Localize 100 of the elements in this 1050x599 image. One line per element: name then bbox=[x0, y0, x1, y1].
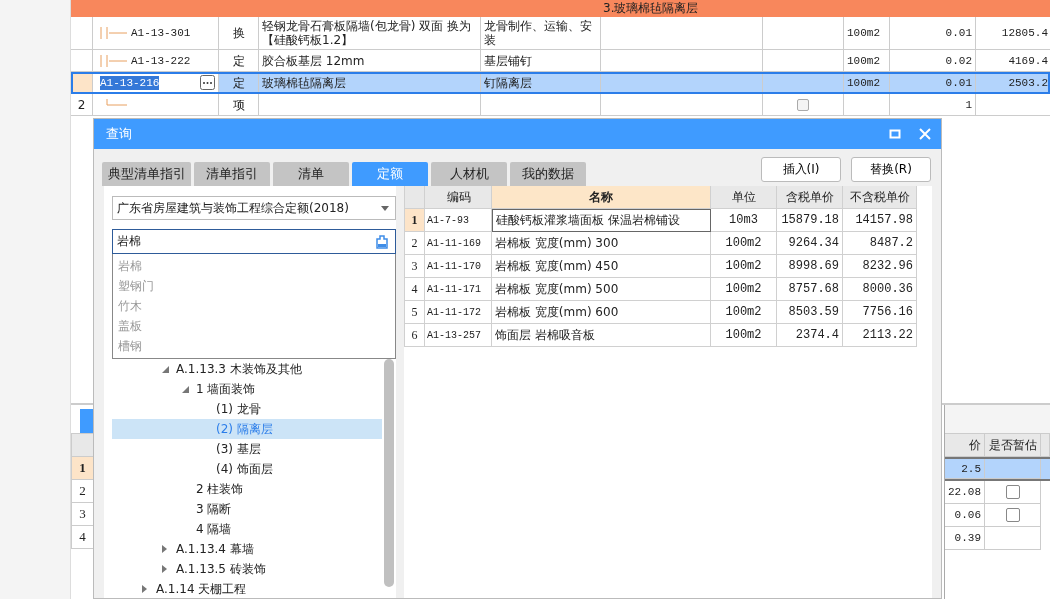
column-header: 是否暂估 bbox=[985, 434, 1041, 457]
column-header[interactable]: 单位 bbox=[711, 186, 777, 209]
net-price-cell: 7756.16 bbox=[843, 301, 917, 324]
code-cell[interactable]: A1-13-216 bbox=[93, 72, 219, 94]
net-price-cell: 8487.2 bbox=[843, 232, 917, 255]
net-price-cell: 8232.96 bbox=[843, 255, 917, 278]
unit-cell: 100m2 bbox=[711, 232, 777, 255]
header-cell bbox=[1041, 434, 1050, 457]
total-cell: 22.08 bbox=[945, 481, 985, 504]
type-cell: 换 bbox=[219, 17, 259, 50]
tax-price-cell: 15879.18 bbox=[777, 209, 843, 232]
name-cell: 岩棉板 宽度(mm) 600 bbox=[492, 301, 711, 324]
tax-price-cell: 8998.69 bbox=[777, 255, 843, 278]
unit-cell: 100m2 bbox=[711, 324, 777, 347]
action-button[interactable]: 插入(I) bbox=[761, 157, 841, 182]
content-cell: 龙骨制作、运输、安装 bbox=[481, 17, 601, 50]
quantity-cell: 0.01 bbox=[890, 17, 976, 50]
tax-price-cell: 9264.34 bbox=[777, 232, 843, 255]
row-number-cell[interactable]: 6 bbox=[404, 324, 425, 347]
tax-price-cell: 2374.4 bbox=[777, 324, 843, 347]
tree-line bbox=[99, 54, 129, 67]
code-cell: A1-13-257 bbox=[425, 324, 492, 347]
quantity-cell: 0.01 bbox=[890, 72, 976, 94]
maximize-icon[interactable] bbox=[889, 128, 901, 140]
unit-cell: 100m2 bbox=[711, 301, 777, 324]
expanded-triangle-icon[interactable] bbox=[182, 385, 189, 393]
dropdown-caret-icon bbox=[381, 205, 389, 211]
collapsed-triangle-icon[interactable] bbox=[162, 545, 167, 553]
type-cell: 定 bbox=[219, 72, 259, 94]
column-header: 价 bbox=[945, 434, 985, 457]
row-number-cell[interactable]: 4 bbox=[404, 278, 425, 301]
code-cell: A1-11-170 bbox=[425, 255, 492, 278]
name-cell: 硅酸钙板灌浆墙面板 保温岩棉铺设 bbox=[492, 209, 711, 232]
table-row[interactable]: 0.39 bbox=[945, 527, 1050, 550]
code-cell: A1-7-93 bbox=[425, 209, 492, 232]
net-price-cell: 14157.98 bbox=[843, 209, 917, 232]
net-price-cell: 8000.36 bbox=[843, 278, 917, 301]
tree-item[interactable]: 1 墙面装饰 bbox=[112, 379, 382, 399]
tree-line bbox=[99, 27, 129, 39]
net-price-cell: 2113.22 bbox=[843, 324, 917, 347]
column-header[interactable]: 名称 bbox=[492, 186, 711, 209]
header-cell bbox=[404, 186, 425, 209]
clear-icon[interactable] bbox=[375, 234, 389, 249]
group-title: 3.玻璃棉毡隔离层 bbox=[603, 0, 699, 17]
code-cell: A1-11-169 bbox=[425, 232, 492, 255]
table-row[interactable]: 0.06 bbox=[945, 504, 1050, 527]
code-cell: A1-11-171 bbox=[425, 278, 492, 301]
tree-item[interactable]: (4) 饰面层 bbox=[112, 459, 382, 479]
tree-item[interactable]: 2 柱装饰 bbox=[112, 479, 382, 499]
row-number-cell: 1 bbox=[71, 457, 94, 480]
tree-item[interactable]: (1) 龙骨 bbox=[112, 399, 382, 419]
library-dropdown[interactable]: 广东省房屋建筑与装饰工程综合定额(2018) bbox=[112, 196, 396, 220]
code-cell[interactable]: A1-13-301 bbox=[93, 17, 219, 50]
row-number-cell[interactable]: 3 bbox=[404, 255, 425, 278]
tab[interactable]: 典型清单指引 bbox=[102, 162, 191, 186]
tree-item[interactable]: (3) 基层 bbox=[112, 439, 382, 459]
total-cell: 0.39 bbox=[945, 527, 985, 550]
tab[interactable]: 清单指引 bbox=[194, 162, 270, 186]
type-cell: 项 bbox=[219, 94, 259, 116]
name-cell: 岩棉板 宽度(mm) 300 bbox=[492, 232, 711, 255]
collapsed-triangle-icon[interactable] bbox=[162, 565, 167, 573]
column-header[interactable]: 含税单价 bbox=[777, 186, 843, 209]
dialog-title: 查询 bbox=[106, 125, 133, 143]
column-header[interactable]: 编码 bbox=[425, 186, 492, 209]
search-field[interactable]: 岩棉 bbox=[112, 229, 396, 254]
tree-item[interactable]: A.1.13.3 木装饰及其他 bbox=[112, 359, 382, 379]
close-icon[interactable] bbox=[919, 128, 931, 140]
checkbox[interactable] bbox=[1005, 485, 1020, 499]
checkbox[interactable] bbox=[797, 98, 809, 111]
row-number-cell[interactable]: 1 bbox=[404, 209, 425, 232]
collapsed-triangle-icon[interactable] bbox=[142, 585, 147, 593]
row-number-cell: 2 bbox=[71, 94, 93, 116]
expanded-triangle-icon[interactable] bbox=[162, 365, 169, 373]
total-cell: 2.5 bbox=[945, 459, 985, 479]
action-button[interactable]: 替换(R) bbox=[851, 157, 931, 182]
tree-item[interactable]: 3 隔断 bbox=[112, 499, 382, 519]
tree-item[interactable]: 4 隔墙 bbox=[112, 519, 382, 539]
tree-item[interactable]: A.1.13.4 幕墙 bbox=[112, 539, 382, 559]
name-cell: 玻璃棉毡隔离层 bbox=[259, 72, 481, 94]
more-icon[interactable] bbox=[200, 75, 215, 90]
total-cell: 0.06 bbox=[945, 504, 985, 527]
tax-price-cell: 8757.68 bbox=[777, 278, 843, 301]
tab[interactable]: 我的数据 bbox=[510, 162, 586, 186]
table-row[interactable]: 22.08 bbox=[945, 481, 1050, 504]
row-number-cell[interactable]: 2 bbox=[404, 232, 425, 255]
column-header[interactable]: 不含税单价 bbox=[843, 186, 917, 209]
tree-item[interactable]: A.1.14 天棚工程 bbox=[112, 579, 382, 598]
price-cell: 12805.4 bbox=[976, 17, 1050, 50]
code-cell: A1-11-172 bbox=[425, 301, 492, 324]
tab[interactable]: 人材机 bbox=[431, 162, 507, 186]
tree-item[interactable]: A.1.13.5 砖装饰 bbox=[112, 559, 382, 579]
unit-cell: 10m3 bbox=[711, 209, 777, 232]
table-row[interactable]: 2.5 bbox=[945, 457, 1050, 481]
tab[interactable]: 清单 bbox=[273, 162, 349, 186]
name-cell: 岩棉板 宽度(mm) 450 bbox=[492, 255, 711, 278]
checkbox[interactable] bbox=[1005, 508, 1020, 522]
scrollbar-thumb[interactable] bbox=[384, 359, 394, 587]
quantity-cell: 1 bbox=[890, 94, 976, 116]
row-number-cell[interactable]: 5 bbox=[404, 301, 425, 324]
tax-price-cell: 8503.59 bbox=[777, 301, 843, 324]
